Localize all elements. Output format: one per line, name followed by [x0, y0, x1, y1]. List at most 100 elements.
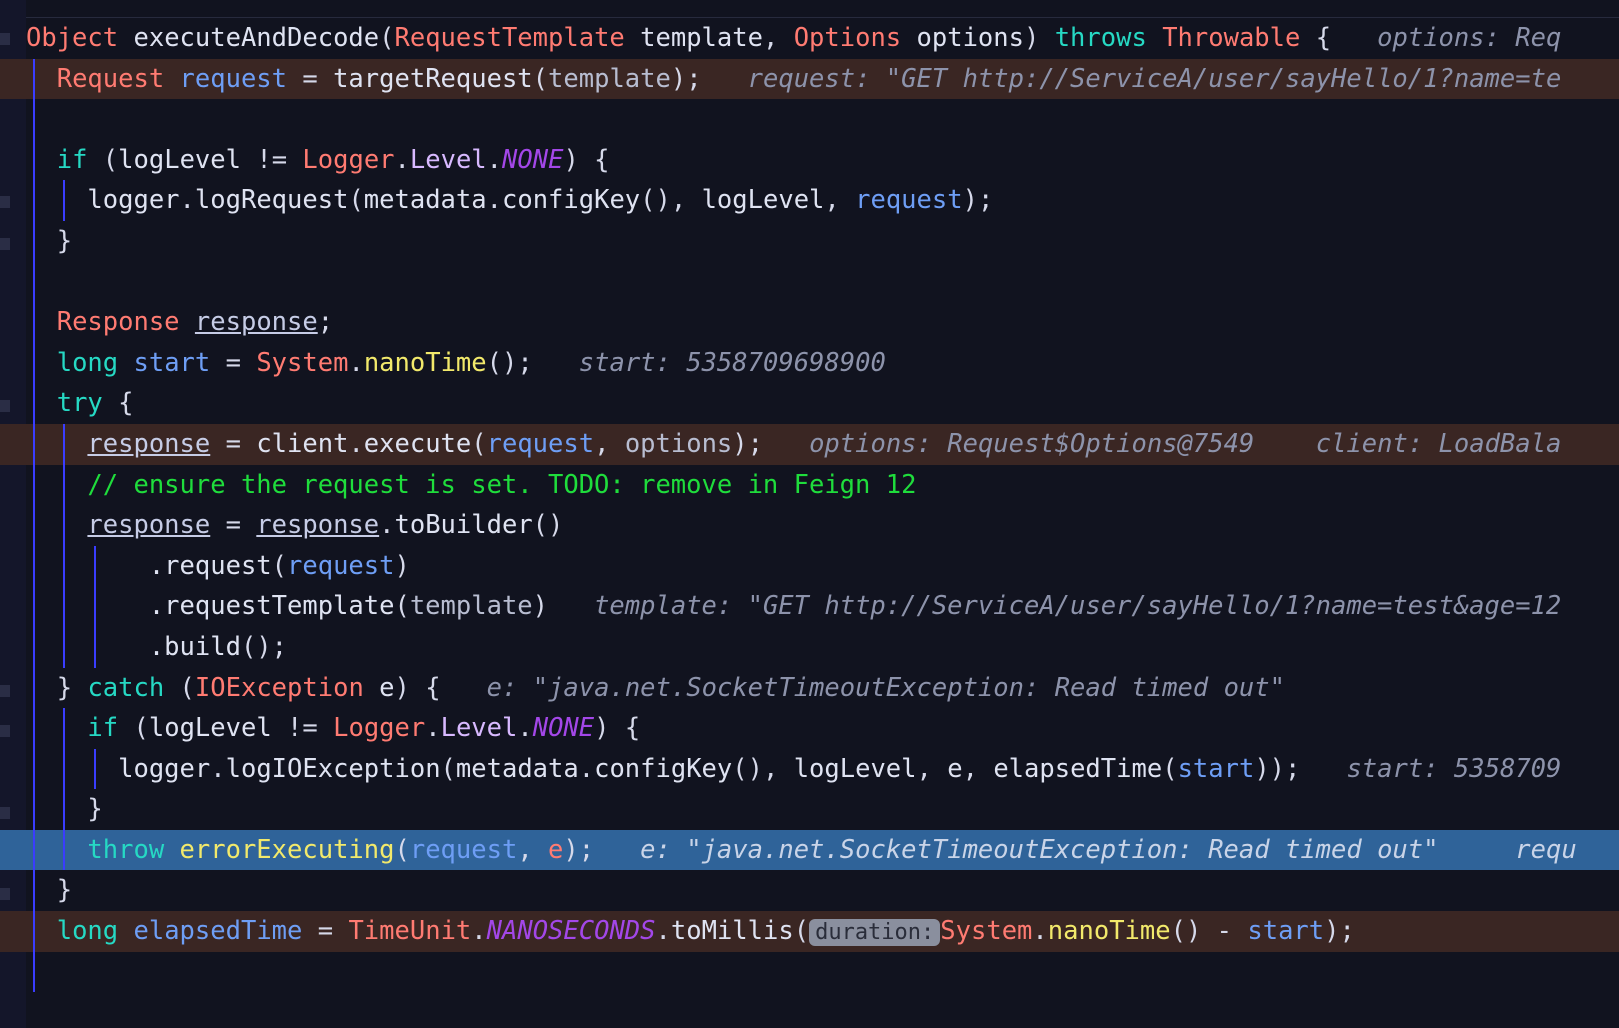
token-paren: ( [271, 550, 288, 581]
code-line-blank[interactable] [0, 261, 1619, 303]
token-variable: elapsedTime [133, 916, 303, 947]
code-line[interactable]: response = response.toBuilder() [0, 505, 1619, 546]
token-dot: . [348, 347, 364, 378]
inline-debug-hint[interactable]: e: "java.net.SocketTimeoutException: Rea… [640, 835, 1438, 865]
code-line[interactable]: if (logLevel != Logger.Level.NONE) { [0, 139, 1619, 181]
inline-debug-hint[interactable]: options: Request$Options@7549 [809, 429, 1254, 459]
inline-debug-hint[interactable]: client: LoadBala [1316, 429, 1562, 459]
token-paren: (), [732, 753, 794, 784]
token-comma: , [962, 753, 994, 784]
token-operator: != [271, 713, 334, 744]
code-line[interactable]: logger.logRequest(metadata.configKey(), … [0, 180, 1619, 221]
token-enum-constant: NANOSECONDS [486, 916, 656, 947]
token-enum-constant: NONE [532, 713, 595, 744]
token-paren: (); [486, 347, 533, 378]
code-line-executed[interactable]: Request request = targetRequest(template… [0, 58, 1619, 100]
token-brace: { [102, 388, 134, 419]
token-field: Level [409, 144, 487, 175]
code-line[interactable]: .requestTemplate(template) template: "GE… [0, 586, 1619, 627]
token-method: toMillis [670, 916, 794, 947]
token-dot: . [486, 144, 503, 175]
token-paren: ); [1324, 916, 1355, 947]
code-line[interactable]: } [0, 789, 1619, 830]
inline-debug-hint[interactable]: start: 5358709 [1346, 754, 1561, 784]
token-dot: . [517, 713, 533, 744]
token-method-name: executeAndDecode [133, 23, 380, 53]
code-line[interactable]: Response response; [0, 302, 1619, 343]
code-line[interactable]: .build(); [0, 626, 1619, 668]
code-line[interactable]: long start = System.nanoTime(); start: 5… [0, 342, 1619, 384]
token-method: logRequest [194, 185, 349, 216]
token-type: TimeUnit [348, 916, 472, 947]
token-comma: , [824, 185, 856, 216]
code-line-current-execution[interactable]: throw errorExecuting(request, e); e: "ja… [0, 829, 1619, 871]
code-line[interactable]: Object executeAndDecode(RequestTemplate … [0, 18, 1619, 59]
token-type: Options [793, 23, 902, 53]
token-comment: // ensure the request is set. TODO: remo… [87, 469, 917, 500]
token-paren: ( [118, 713, 149, 744]
token-paren: () - [1170, 916, 1248, 947]
token-brace: } [56, 225, 73, 256]
token-method: configKey [501, 185, 641, 216]
token-variable: logLevel [118, 144, 241, 175]
code-line-blank[interactable] [0, 951, 1619, 993]
token-comma: , [517, 834, 549, 865]
inline-debug-hint[interactable]: start: 5358709698900 [579, 348, 886, 378]
token-paren: (), [640, 185, 702, 216]
code-line[interactable]: } catch (IOException e) { e: "java.net.S… [0, 667, 1619, 709]
token-type: Object [26, 23, 119, 53]
code-line[interactable]: logger.logIOException(metadata.configKey… [0, 748, 1619, 790]
inline-debug-hint[interactable]: options: Req [1377, 23, 1561, 53]
code-line[interactable]: .request(request) [0, 545, 1619, 587]
code-line-comment[interactable]: // ensure the request is set. TODO: remo… [0, 464, 1619, 506]
token-method: .build [148, 631, 241, 662]
token-method: execute [363, 428, 472, 459]
inline-parameter-hint-chip[interactable]: duration: [809, 919, 941, 947]
token-brace: } [87, 794, 103, 825]
token-type: Request [56, 63, 165, 94]
inline-debug-hint[interactable]: request: "GET http://ServiceA/user/sayHe… [748, 64, 1562, 94]
token-method: nanoTime [1047, 916, 1171, 947]
code-line-executed[interactable]: response = client.execute(request, optio… [0, 423, 1619, 465]
token-method: logIOException [225, 753, 441, 784]
code-line[interactable]: if (logLevel != Logger.Level.NONE) { [0, 708, 1619, 749]
token-argument: request [409, 834, 518, 865]
token-comma: , [762, 23, 794, 53]
code-line[interactable]: } [0, 870, 1619, 912]
token-dot: . [210, 753, 226, 784]
token-type: Throwable [1162, 23, 1301, 53]
token-type: System [940, 916, 1033, 947]
token-method: .requestTemplate [148, 591, 395, 622]
token-type: Logger [302, 144, 395, 175]
token-argument: e [548, 834, 564, 865]
code-line[interactable]: } [0, 220, 1619, 262]
token-dot: . [179, 185, 195, 216]
token-paren: ); [563, 834, 595, 865]
empty-line [0, 262, 41, 303]
inline-debug-hint[interactable]: requ [1515, 835, 1576, 865]
inline-debug-hint[interactable]: e: "java.net.SocketTimeoutException: Rea… [487, 673, 1285, 703]
code-line-executed[interactable]: long elapsedTime = TimeUnit.NANOSECONDS.… [0, 911, 1619, 952]
token-argument: options [624, 428, 733, 459]
code-line-blank[interactable] [0, 99, 1619, 140]
token-variable: logger [87, 185, 180, 216]
code-editor[interactable]: Object executeAndDecode(RequestTemplate … [0, 0, 1619, 1028]
token-variable: start [133, 347, 211, 378]
inline-debug-hint[interactable]: template: "GET http://ServiceA/user/sayH… [594, 591, 1561, 621]
code-line[interactable]: try { [0, 383, 1619, 424]
